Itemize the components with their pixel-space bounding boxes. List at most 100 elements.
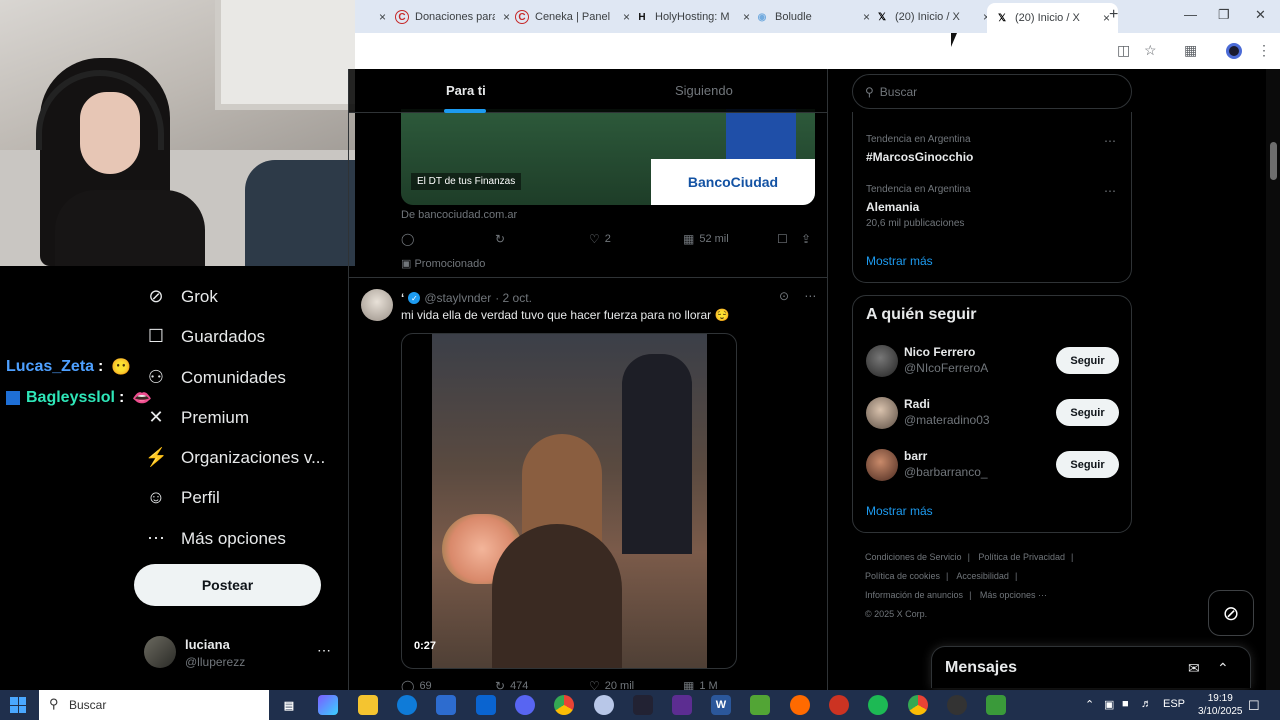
bookmark-icon[interactable]: ☐ bbox=[777, 232, 793, 246]
ad-domain[interactable]: De bancociudad.com.ar bbox=[401, 209, 517, 221]
like-button[interactable]: ♡ 2 bbox=[589, 232, 611, 246]
account-more-icon[interactable]: ⋯ bbox=[317, 642, 331, 659]
obs-icon[interactable] bbox=[947, 695, 967, 715]
tab-siguiendo[interactable]: Siguiendo bbox=[675, 83, 733, 98]
avatar[interactable] bbox=[866, 449, 898, 481]
profile-avatar-icon[interactable] bbox=[1226, 43, 1242, 59]
discord-icon[interactable] bbox=[515, 695, 535, 715]
tab-x-inicio[interactable]: 𝕏 (20) Inicio / X × bbox=[867, 5, 998, 29]
app-icon[interactable] bbox=[790, 695, 810, 715]
windows-start-icon[interactable] bbox=[10, 697, 26, 713]
tab-donaciones[interactable]: C Donaciones para × bbox=[387, 5, 518, 29]
tweet-author[interactable]: ʻ bbox=[401, 291, 404, 305]
follow-button[interactable]: Seguir bbox=[1056, 399, 1119, 426]
post-button[interactable]: Postear bbox=[134, 564, 321, 606]
follow-button[interactable]: Seguir bbox=[1056, 347, 1119, 374]
tab-ceneka[interactable]: C Ceneka | Panel × bbox=[507, 5, 638, 29]
tweet-handle[interactable]: @staylvnder bbox=[424, 291, 491, 305]
clock[interactable]: 19:19 3/10/2025 bbox=[1198, 692, 1243, 718]
nav-premium[interactable]: ✕ Premium bbox=[145, 407, 249, 428]
notifications-icon[interactable]: ☐ bbox=[1248, 698, 1260, 714]
new-tab-button[interactable]: + bbox=[1109, 6, 1118, 24]
new-message-icon[interactable]: ✉ bbox=[1188, 660, 1200, 677]
trend-name[interactable]: #MarcosGinocchio bbox=[866, 150, 973, 164]
taskbar-search-input[interactable]: ⚲ Buscar bbox=[39, 690, 269, 720]
chrome-active-icon[interactable] bbox=[908, 695, 928, 715]
follow-name[interactable]: Nico Ferrero bbox=[904, 345, 975, 359]
trend-more-icon[interactable]: ⋯ bbox=[1104, 184, 1116, 198]
avatar[interactable] bbox=[866, 345, 898, 377]
minimize-icon[interactable]: — bbox=[1184, 7, 1197, 22]
edge-icon[interactable] bbox=[397, 695, 417, 715]
messages-drawer[interactable]: Mensajes ✉ ⌃ bbox=[931, 646, 1251, 688]
tab-boludle[interactable]: ◉ Boludle × bbox=[747, 5, 878, 29]
tweet-avatar[interactable] bbox=[361, 289, 393, 321]
nav-organizaciones[interactable]: ⚡ Organizaciones v... bbox=[145, 447, 325, 468]
footer-link[interactable]: Condiciones de Servicio bbox=[865, 552, 962, 562]
account-avatar[interactable] bbox=[144, 636, 176, 668]
outlook-icon[interactable] bbox=[476, 695, 496, 715]
grok-fab-button[interactable]: ⊘ bbox=[1208, 590, 1254, 636]
follow-name[interactable]: barr bbox=[904, 449, 927, 463]
nav-perfil[interactable]: ☺ Perfil bbox=[145, 487, 220, 508]
tweet-date[interactable]: · 2 oct. bbox=[495, 291, 532, 305]
language-indicator[interactable]: ESP bbox=[1163, 698, 1185, 710]
menu-kebab-icon[interactable]: ⋮ bbox=[1257, 42, 1271, 59]
tab-holyhosting[interactable]: H HolyHosting: M × bbox=[627, 5, 758, 29]
nav-grok[interactable]: ⊘ Grok bbox=[145, 286, 217, 307]
close-icon[interactable]: × bbox=[379, 10, 386, 24]
footer-link[interactable]: Accesibilidad bbox=[956, 571, 1009, 581]
word-icon[interactable]: W bbox=[711, 695, 731, 715]
extensions-icon[interactable]: ▦ bbox=[1184, 42, 1197, 59]
share-icon[interactable]: ⇪ bbox=[801, 232, 816, 246]
grok-icon[interactable]: ⊙ bbox=[779, 289, 789, 303]
footer-link[interactable]: Política de Privacidad bbox=[978, 552, 1065, 562]
app-icon[interactable] bbox=[633, 695, 653, 715]
store-icon[interactable] bbox=[436, 695, 456, 715]
volume-icon[interactable]: ♬ bbox=[1141, 698, 1152, 710]
tab-para-ti[interactable]: Para ti bbox=[446, 83, 486, 98]
tab-x-inicio-active[interactable]: 𝕏 (20) Inicio / X × bbox=[987, 3, 1119, 33]
reply-icon[interactable]: ◯ bbox=[401, 232, 419, 246]
follow-show-more-link[interactable]: Mostrar más bbox=[866, 504, 933, 518]
bookmark-star-icon[interactable]: ☆ bbox=[1144, 42, 1157, 59]
window-close-icon[interactable]: ✕ bbox=[1255, 7, 1266, 23]
task-view-icon[interactable]: ▤ bbox=[279, 695, 299, 715]
maximize-icon[interactable]: ❐ bbox=[1218, 7, 1230, 23]
app-icon[interactable] bbox=[672, 695, 692, 715]
nav-guardados[interactable]: ☐ Guardados bbox=[145, 326, 265, 347]
avatar[interactable] bbox=[866, 397, 898, 429]
copilot-icon[interactable] bbox=[318, 695, 338, 715]
follow-suggestion[interactable]: barr @barbarranco_ Seguir bbox=[866, 445, 1120, 485]
scrollbar-thumb[interactable] bbox=[1270, 142, 1277, 180]
footer-link[interactable]: Política de cookies bbox=[865, 571, 940, 581]
follow-name[interactable]: Radi bbox=[904, 397, 930, 411]
tweet-video[interactable]: 0:27 bbox=[401, 333, 737, 669]
app-icon[interactable] bbox=[986, 695, 1006, 715]
follow-suggestion[interactable]: Radi @materadino03 Seguir bbox=[866, 393, 1120, 433]
retweet-icon[interactable]: ↻ bbox=[495, 232, 510, 246]
expand-icon[interactable]: ⌃ bbox=[1217, 660, 1229, 677]
trend-more-icon[interactable]: ⋯ bbox=[1104, 134, 1116, 148]
trends-show-more-link[interactable]: Mostrar más bbox=[866, 254, 933, 268]
search-input[interactable]: ⚲ Buscar bbox=[852, 74, 1132, 109]
chrome-icon[interactable] bbox=[554, 695, 574, 715]
more-icon[interactable]: ⋯ bbox=[804, 289, 816, 303]
spotify-icon[interactable] bbox=[868, 695, 888, 715]
nav-comunidades[interactable]: ⚇ Comunidades bbox=[145, 367, 286, 388]
follow-suggestion[interactable]: Nico Ferrero @NIcoFerreroA Seguir bbox=[866, 341, 1120, 381]
app-icon[interactable] bbox=[594, 695, 614, 715]
file-explorer-icon[interactable] bbox=[358, 695, 378, 715]
install-app-icon[interactable]: ◫ bbox=[1117, 42, 1130, 59]
follow-button[interactable]: Seguir bbox=[1056, 451, 1119, 478]
footer-link[interactable]: Más opciones ··· bbox=[980, 590, 1047, 600]
footer-link[interactable]: Información de anuncios bbox=[865, 590, 963, 600]
tray-icon[interactable]: ▣ bbox=[1104, 698, 1114, 711]
tray-chevron-icon[interactable]: ⌃ bbox=[1085, 698, 1094, 711]
nav-mas-opciones[interactable]: ⋯ Más opciones bbox=[145, 528, 286, 549]
ad-media[interactable]: El DT de tus Finanzas BancoCiudad bbox=[401, 109, 815, 205]
minecraft-icon[interactable] bbox=[750, 695, 770, 715]
views-button[interactable]: ▦ 52 mil bbox=[683, 232, 729, 246]
app-icon[interactable] bbox=[829, 695, 849, 715]
trend-name[interactable]: Alemania bbox=[866, 200, 919, 214]
